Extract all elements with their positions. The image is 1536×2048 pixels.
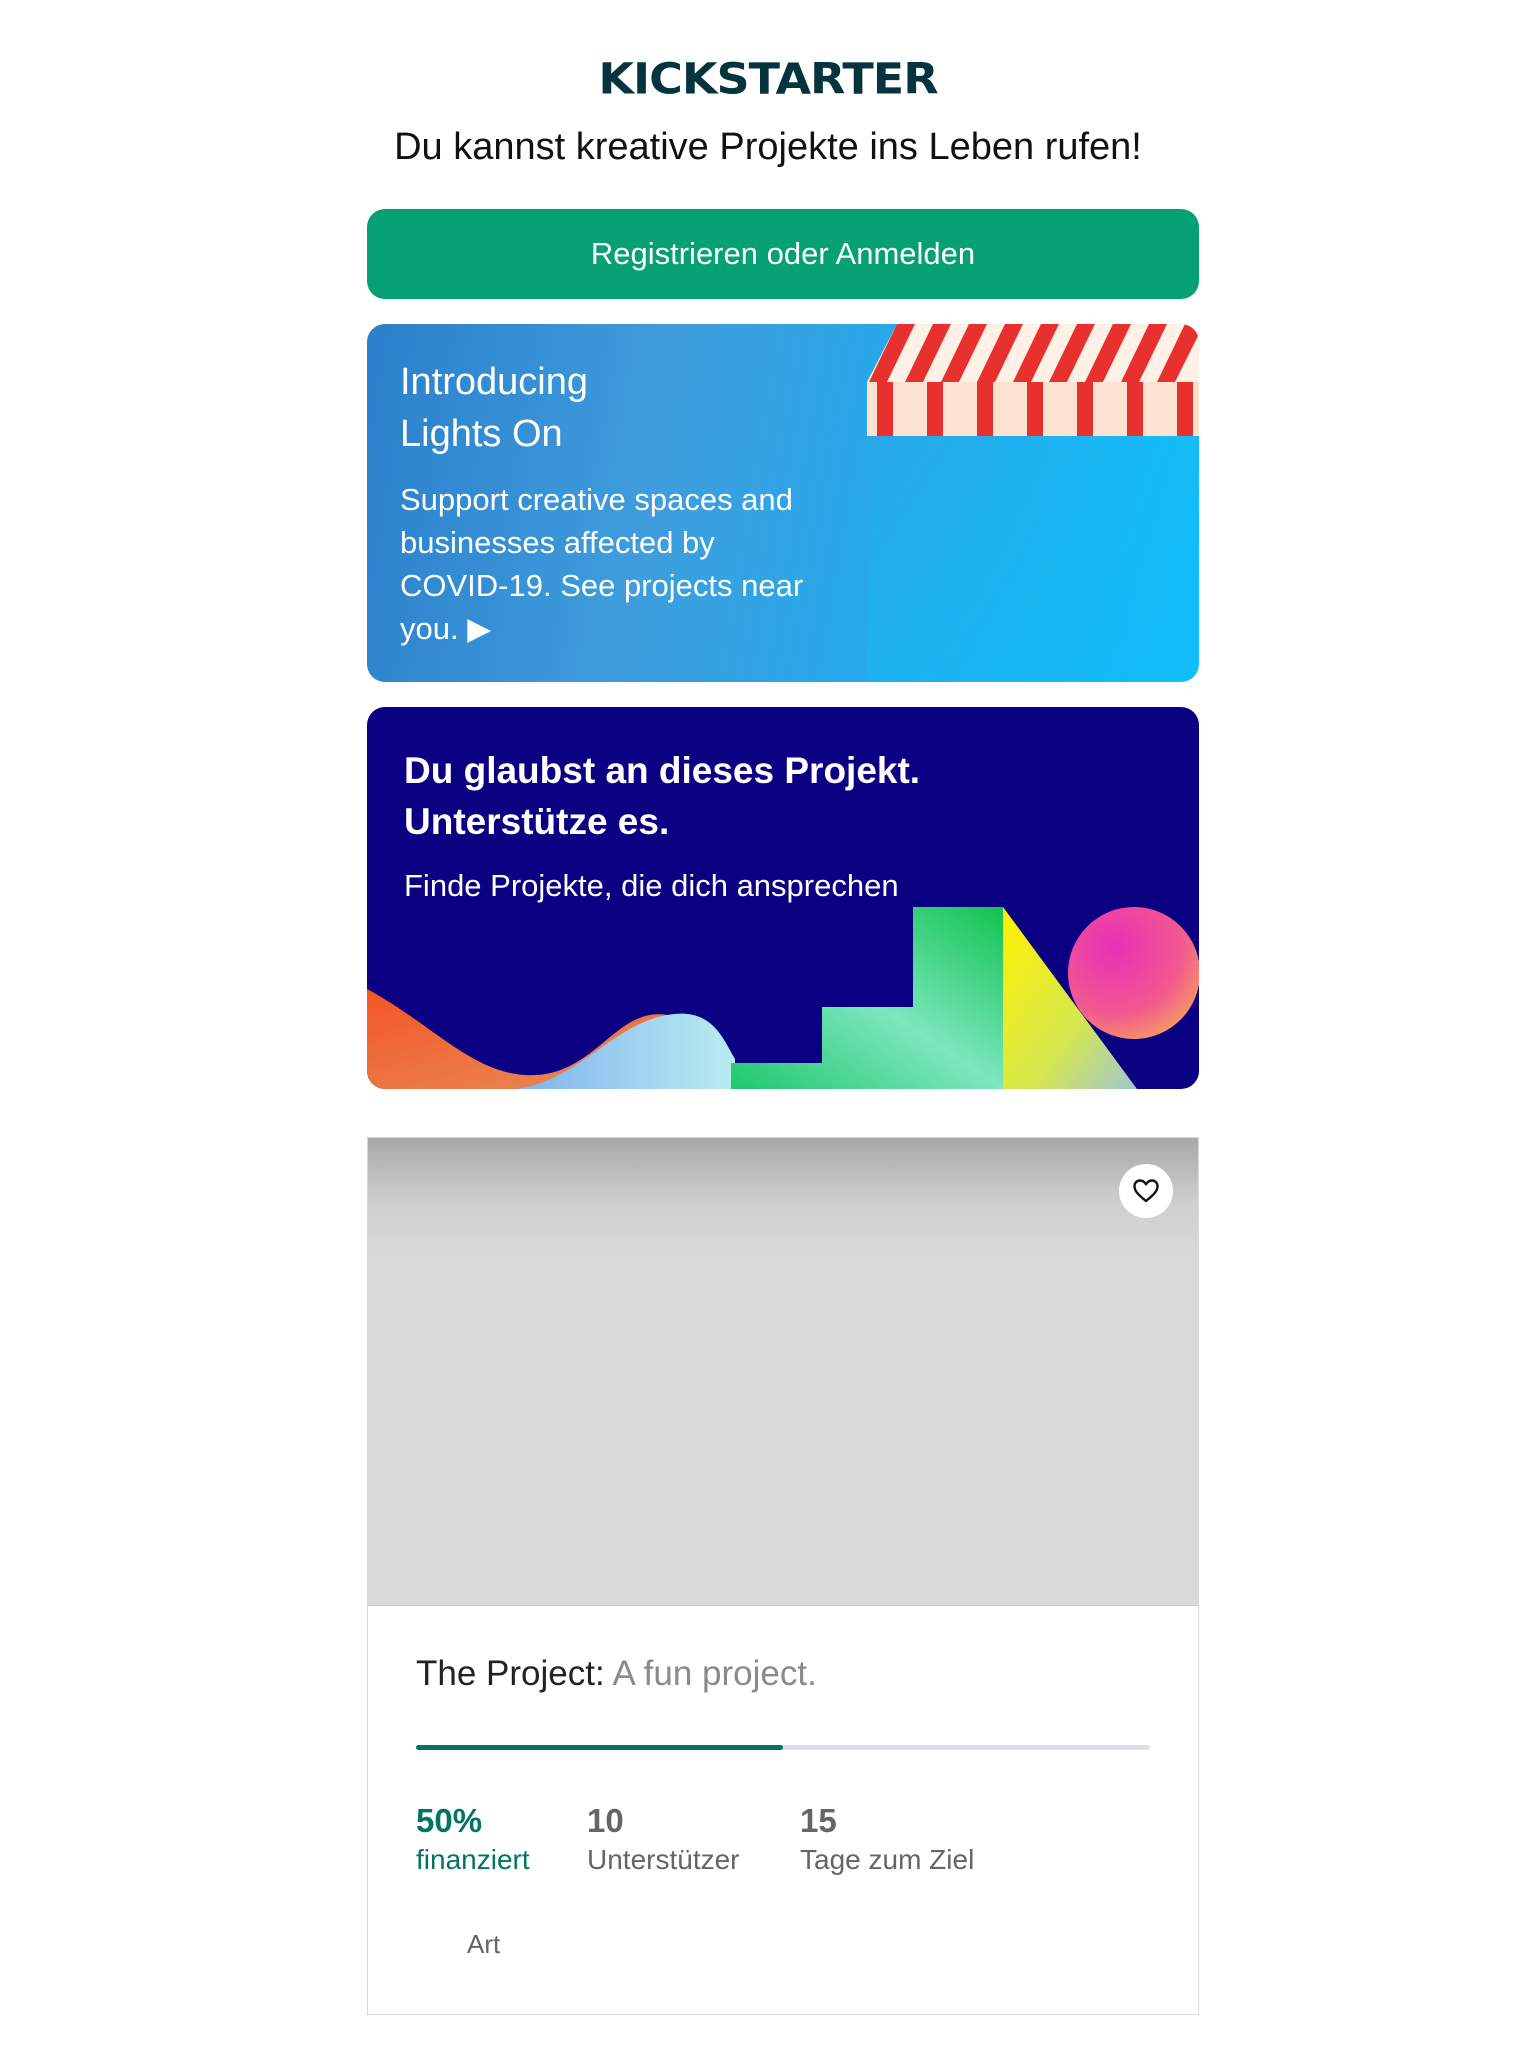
funded-label: finanziert	[416, 1844, 530, 1875]
lights-on-description: Support creative spaces and businesses a…	[400, 482, 804, 646]
days-left-label: Tage zum Ziel	[800, 1844, 975, 1875]
project-name: The Project:	[416, 1654, 605, 1693]
signup-login-button[interactable]: Registrieren oder Anmelden	[367, 209, 1199, 299]
lights-on-title: Introducing Lights On	[400, 356, 820, 460]
project-category: Art	[467, 1929, 501, 1959]
lights-on-title-line2: Lights On	[400, 413, 563, 455]
save-project-button[interactable]	[1119, 1164, 1173, 1218]
back-projects-title: Du glaubst an dieses Projekt. Unterstütz…	[404, 745, 1164, 847]
funding-progress-fill	[416, 1745, 783, 1750]
back-projects-banner[interactable]: Du glaubst an dieses Projekt. Unterstütz…	[367, 707, 1199, 1089]
heart-icon	[1133, 1179, 1159, 1203]
funded-percentage: 50%	[416, 1802, 483, 1839]
back-projects-subtitle: Finde Projekte, die dich ansprechen	[404, 868, 899, 903]
discovery-screen: KICKSTARTER Du kannst kreative Projekte …	[0, 0, 1536, 2048]
stat-days-left: 15 Tage zum Ziel	[800, 1802, 974, 1876]
backers-count: 10	[587, 1802, 624, 1839]
backers-label: Unterstützer	[587, 1844, 740, 1875]
project-blurb: A fun project.	[612, 1654, 817, 1693]
kickstarter-logo: KICKSTARTER	[598, 54, 938, 104]
back-projects-title-line2: Unterstütze es.	[404, 801, 670, 842]
funding-progress-bar	[416, 1745, 1150, 1750]
onboarding-tagline: Du kannst kreative Projekte ins Leben ru…	[394, 126, 1142, 168]
days-left-count: 15	[800, 1802, 837, 1839]
stat-funded: 50% finanziert	[416, 1802, 530, 1876]
stat-backers: 10 Unterstützer	[587, 1802, 740, 1876]
back-projects-title-line1: Du glaubst an dieses Projekt.	[404, 750, 921, 791]
project-image-placeholder	[368, 1138, 1198, 1606]
lights-on-card[interactable]: Introducing Lights On Support creative s…	[367, 324, 1199, 682]
project-title: The Project: A fun project.	[416, 1654, 1156, 1694]
project-card[interactable]: The Project: A fun project. 50% finanzie…	[367, 1137, 1199, 2015]
lights-on-title-line1: Introducing	[400, 361, 589, 403]
